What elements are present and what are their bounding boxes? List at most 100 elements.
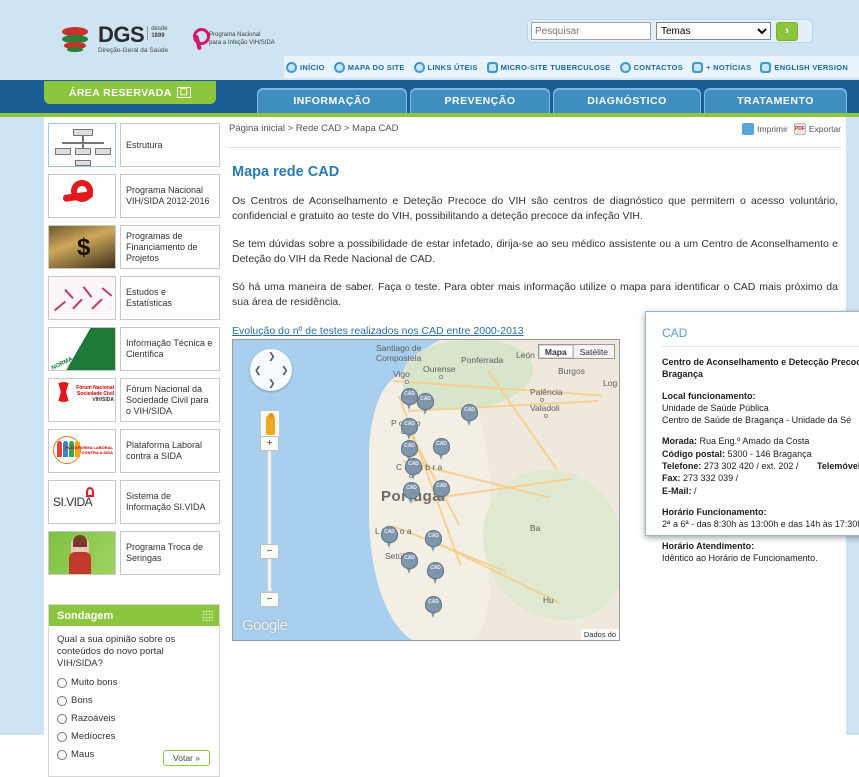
norma-document-thumb: NORMA xyxy=(48,327,116,371)
search-input[interactable] xyxy=(531,22,651,40)
poll-option-razoaveis[interactable]: Razoáveis xyxy=(57,713,211,724)
print-button[interactable]: Imprimir xyxy=(742,123,788,135)
tab-prevencao[interactable]: PREVENÇÃO xyxy=(410,88,550,113)
poll-radio[interactable] xyxy=(57,731,67,742)
program-logo[interactable]: Programa Nacional para a Infeção VIH/SID… xyxy=(192,28,275,50)
page-left-strip xyxy=(0,117,44,735)
fax-label: Fax: xyxy=(662,473,681,484)
quicklink-label: + NOTÍCIAS xyxy=(706,62,752,72)
map-container[interactable]: Santiago de Compostela Ponferrada León V… xyxy=(232,339,620,641)
poll-radio[interactable] xyxy=(57,695,67,706)
poll-radio[interactable] xyxy=(57,713,67,724)
pan-left-arrow-icon[interactable]: ❮ xyxy=(254,365,262,376)
map-type-mapa[interactable]: Mapa xyxy=(538,345,573,358)
sidebar-item-informacao-tecnica[interactable]: NORMA Informação Técnica e Científica xyxy=(48,327,220,371)
sidebar-item-estrutura[interactable]: Estrutura xyxy=(48,123,220,167)
map-pin-cad[interactable]: CAD xyxy=(427,562,444,584)
zoom-out-button[interactable]: − xyxy=(260,592,279,607)
zoom-in-button[interactable]: + xyxy=(260,436,279,451)
zoom-slider-track[interactable] xyxy=(267,442,272,592)
breadcrumb[interactable]: Página inicial > Rede CAD > Mapa CAD xyxy=(229,123,399,134)
quicklink-micro-site-tuberculose[interactable]: MICRO-SITE TUBERCULOSE xyxy=(486,61,611,73)
search-scope-select[interactable]: Temas xyxy=(656,22,771,40)
horario-funcionamento-header: Horário Funcionamento: xyxy=(662,506,767,517)
street-view-pegman[interactable] xyxy=(260,410,280,438)
map-type-satelite[interactable]: Satélite xyxy=(572,345,614,358)
pan-down-arrow-icon[interactable]: ❯ xyxy=(268,378,276,389)
map-label: Compostela xyxy=(376,353,422,363)
sidebar-item-sivida[interactable]: SI.VIDA Sistema de Informação SI.VIDA xyxy=(48,480,220,524)
program-logo-line2: para a Infeção VIH/SIDA xyxy=(209,40,275,46)
map-label: Santiago de xyxy=(376,343,422,353)
poll-submit-button[interactable]: Votar » xyxy=(163,750,210,766)
sidebar-item-label: Estudos e Estatísticas xyxy=(120,276,220,320)
flag-icon xyxy=(760,61,772,73)
info-icon xyxy=(619,61,631,73)
tab-diagnostico[interactable]: DIAGNÓSTICO xyxy=(553,88,701,113)
poll-option-label: Maus xyxy=(71,749,95,760)
sidebar-item-estudos-estatisticas[interactable]: Estudos e Estatísticas xyxy=(48,276,220,320)
map-pin-cad[interactable]: CAD xyxy=(433,480,450,502)
poll-option-bons[interactable]: Bons xyxy=(57,695,211,706)
quicklink-contactos[interactable]: CONTACTOS xyxy=(619,61,684,73)
fax-value: 273 332 039 / xyxy=(683,473,739,484)
codigo-postal-row: Código postal: 5300 - 146 Bragança xyxy=(662,448,859,460)
pan-right-arrow-icon[interactable]: ❯ xyxy=(281,365,289,376)
map-pin-cad[interactable]: CAD xyxy=(401,418,418,440)
poll-radio[interactable] xyxy=(57,749,67,760)
site-logo[interactable]: DGS desde 1899 Direção-Geral da Saúde Prog… xyxy=(62,18,275,60)
map-pin-cad[interactable]: CAD xyxy=(417,393,434,415)
evolucao-testes-link[interactable]: Evolução do nº de testes realizados nos … xyxy=(232,325,524,337)
quicklink-inicio[interactable]: INÍCIO xyxy=(286,61,325,73)
map-label: Vigo xyxy=(393,369,410,379)
area-reservada-button[interactable]: ÁREA RESERVADA ☐ xyxy=(44,81,216,104)
map-pin-cad[interactable]: CAD xyxy=(433,438,450,460)
quicklink-mapa-do-site[interactable]: MAPA DO SITE xyxy=(333,61,405,73)
map-pin-cad[interactable]: CAD xyxy=(425,596,442,618)
quicklink-links-uteis[interactable]: LINKS ÚTEIS xyxy=(413,61,478,73)
map-pin-cad[interactable]: CAD xyxy=(401,388,418,410)
quicklink-label: ENGLISH VERSION xyxy=(774,62,849,72)
sidebar-item-troca-seringas[interactable]: Programa Troca de Seringas xyxy=(48,531,220,575)
pan-up-arrow-icon[interactable]: ❯ xyxy=(268,351,276,362)
sivida-logo-thumb: SI.VIDA xyxy=(48,480,116,524)
map-pin-cad[interactable]: CAD xyxy=(461,404,478,426)
sidebar-item-programas-financiamento[interactable]: $ Programas de Financiamento de Projetos xyxy=(48,225,220,269)
document-actions: Imprimir PDF Exportar xyxy=(742,123,841,135)
poll-option-mediocres[interactable]: Medíocres xyxy=(57,731,211,742)
export-button[interactable]: PDF Exportar xyxy=(793,123,841,135)
quicklink-english-version[interactable]: ENGLISH VERSION xyxy=(760,61,849,73)
tab-informacao[interactable]: INFORMAÇÃO xyxy=(257,88,407,113)
local-funcionamento-block: Local funcionamento: Unidade de Saúde Pú… xyxy=(662,390,859,427)
map-pin-cad[interactable]: CAD xyxy=(405,458,422,480)
email-label: E-Mail: xyxy=(662,485,692,496)
dgs-emblem-icon xyxy=(62,26,88,52)
morada-label: Morada: xyxy=(662,436,698,447)
sidebar-item-forum-nacional[interactable]: Fórum Nacional Sociedade Civil VIH/SIDA Fó… xyxy=(48,378,220,422)
page-content: Estrutura Programa Nacional VIH/SIDA 201… xyxy=(44,117,859,777)
poll-option-muito-bons[interactable]: Muito bons xyxy=(57,677,211,688)
tab-tratamento[interactable]: TRATAMENTO xyxy=(704,88,847,113)
telemovel-label: Telemóvel: xyxy=(817,461,859,472)
sidebar-item-programa-nacional[interactable]: Programa Nacional VIH/SIDA 2012-2016 xyxy=(48,174,220,218)
drag-handle-icon[interactable] xyxy=(202,610,213,621)
zoom-slider-handle[interactable]: − xyxy=(260,544,279,559)
poll-body: Qual a sua opinião sobre os conteúdos do… xyxy=(49,626,219,776)
map-pin-cad[interactable]: CAD xyxy=(401,552,418,574)
external-link-icon xyxy=(486,61,498,73)
map-pan-control[interactable]: ❯ ❮ ❯ ❯ xyxy=(250,349,292,391)
map-pin-cad[interactable]: CAD xyxy=(381,526,398,548)
plataforma-logo-thumb: PLATAFORMA LABORAL CONTRA A SIDA xyxy=(48,429,116,473)
map-pin-cad[interactable]: CAD xyxy=(403,482,420,504)
poll-radio[interactable] xyxy=(57,677,67,688)
dgs-wordmark: DGS desde 1899 Direção-Geral da Saúde xyxy=(98,23,168,55)
map-pin-cad[interactable]: CAD xyxy=(425,530,442,552)
line-chart-thumb xyxy=(48,276,116,320)
search-submit-button[interactable]: › xyxy=(776,21,798,41)
quicklink-noticias[interactable]: + NOTÍCIAS xyxy=(692,61,752,73)
sidebar-item-plataforma-laboral[interactable]: PLATAFORMA LABORAL CONTRA A SIDA Platafor… xyxy=(48,429,220,473)
info-window-body: Centro de Aconselhamento e Detecção Prec… xyxy=(646,347,859,564)
info-window-header: CAD Imprimir xyxy=(646,312,859,340)
forum-logo-thumb: Fórum Nacional Sociedade Civil VIH/SIDA xyxy=(48,378,116,422)
map-city-dot xyxy=(540,398,544,402)
